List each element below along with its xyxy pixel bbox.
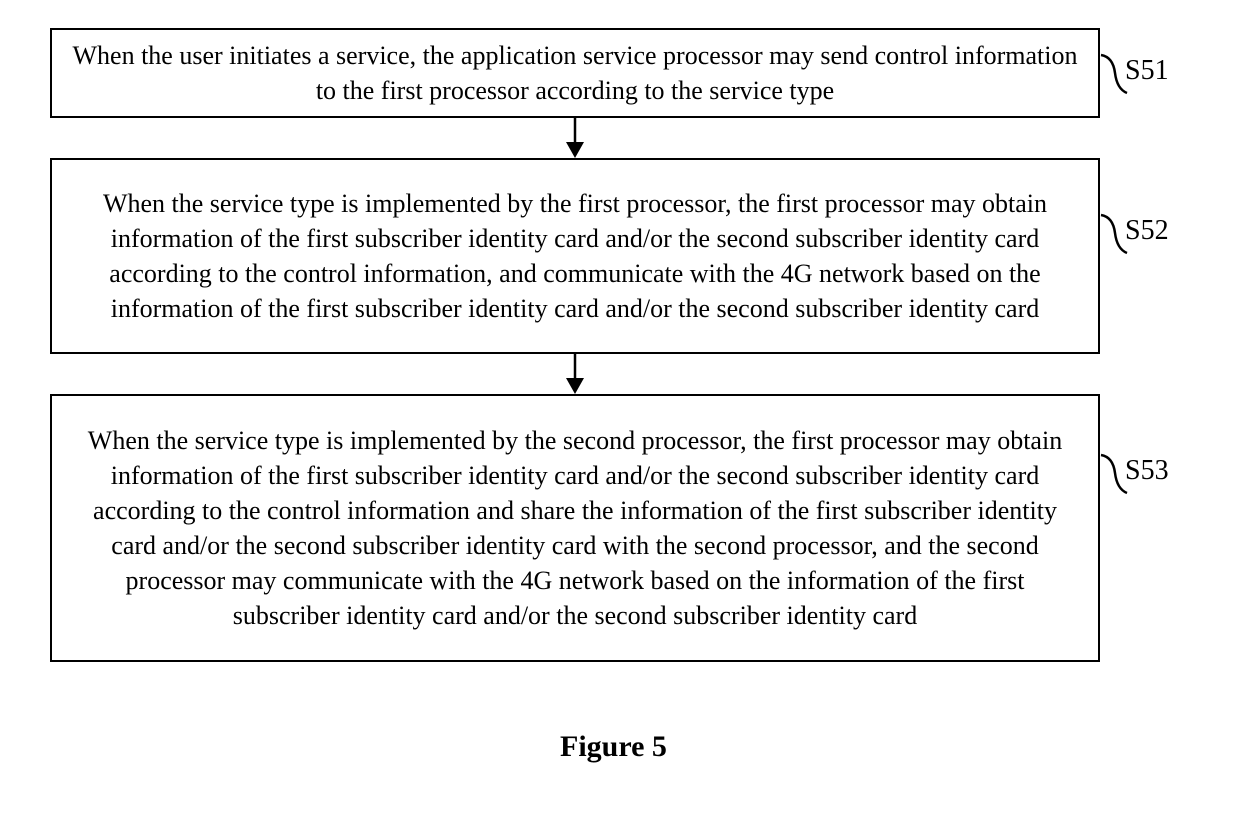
flow-step-s51: When the user initiates a service, the a…	[50, 28, 1100, 118]
arrow-s52-s53	[560, 354, 590, 394]
label-connector-s51	[1099, 53, 1129, 95]
figure-caption: Figure 5	[560, 730, 667, 764]
flow-step-s51-text: When the user initiates a service, the a…	[70, 38, 1080, 108]
flow-step-s53-label: S53	[1125, 455, 1169, 487]
flow-step-s52: When the service type is implemented by …	[50, 158, 1100, 354]
flowchart-canvas: When the user initiates a service, the a…	[0, 0, 1240, 817]
flow-step-s53-text: When the service type is implemented by …	[70, 423, 1080, 634]
flow-step-s51-label: S51	[1125, 55, 1169, 87]
flow-step-s52-label: S52	[1125, 215, 1169, 247]
flow-step-s53: When the service type is implemented by …	[50, 394, 1100, 662]
arrow-s51-s52	[560, 118, 590, 158]
label-connector-s53	[1099, 453, 1129, 495]
label-connector-s52	[1099, 213, 1129, 255]
flow-step-s52-text: When the service type is implemented by …	[70, 186, 1080, 326]
